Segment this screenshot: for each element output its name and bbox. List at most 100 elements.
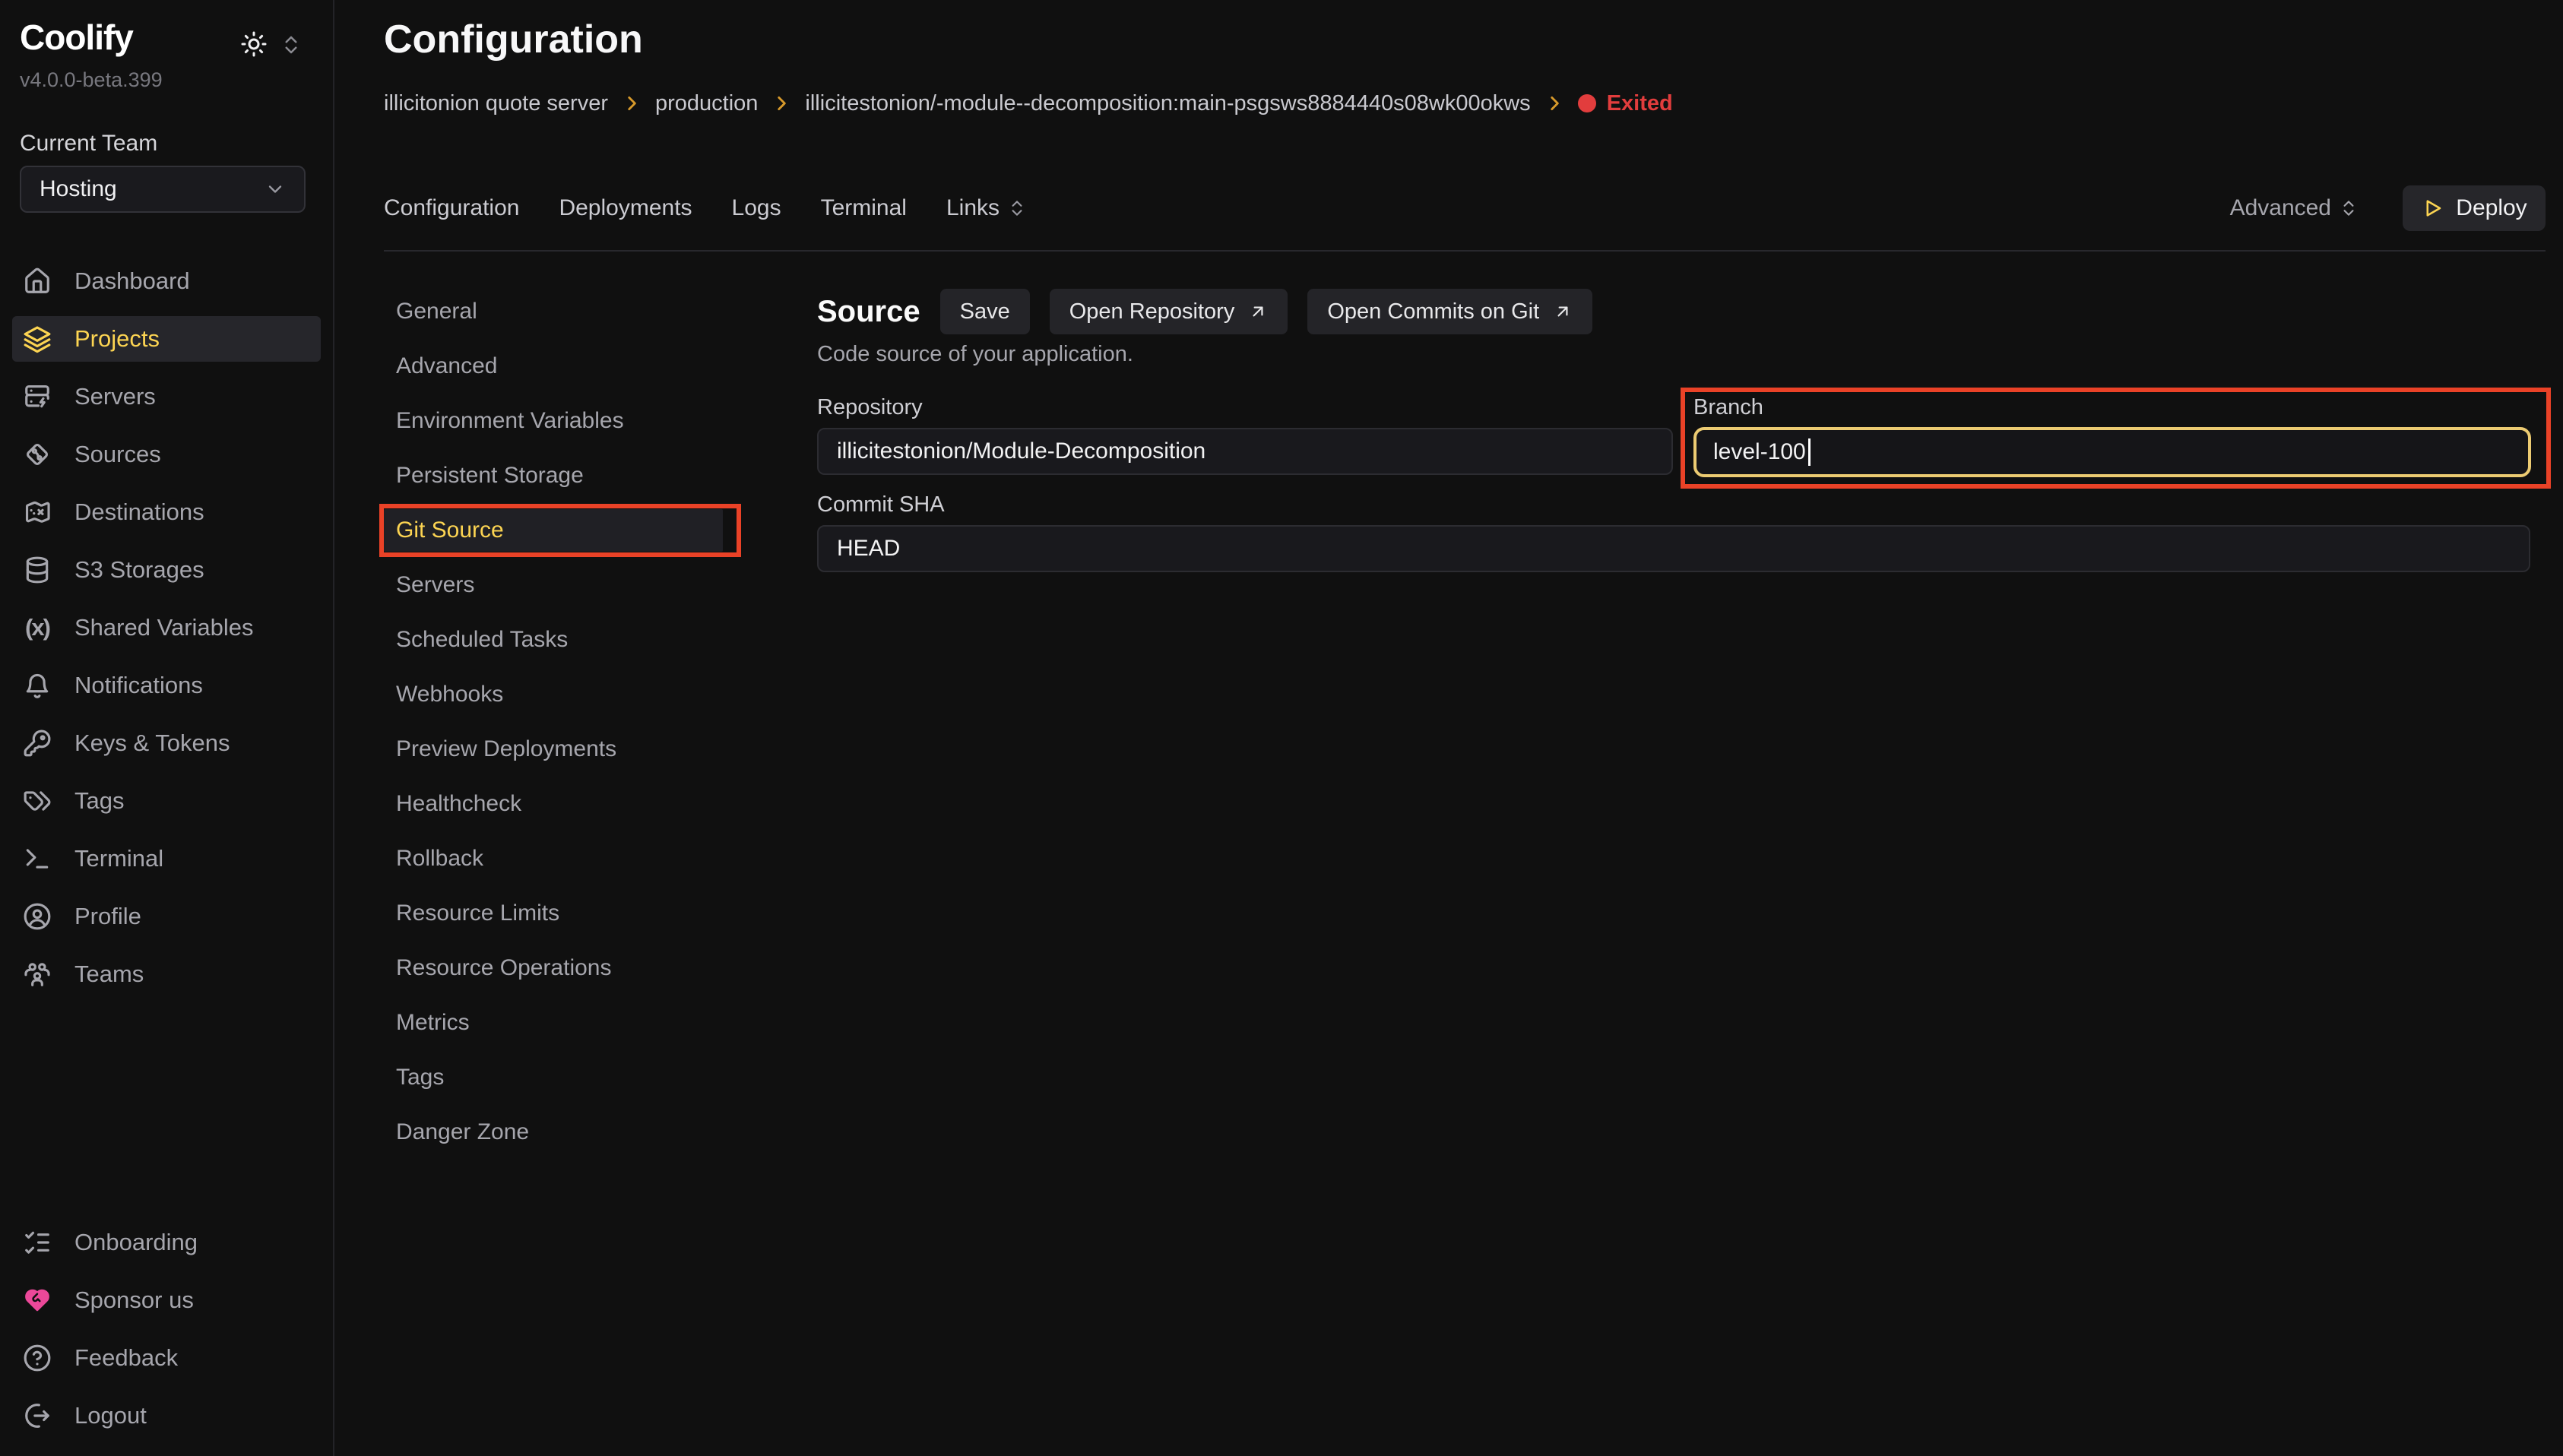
open-repository-button[interactable]: Open Repository	[1050, 289, 1288, 334]
sidebar-item-onboarding[interactable]: Onboarding	[0, 1214, 334, 1271]
terminal-icon	[23, 844, 52, 873]
sidebar-item-label: Keys & Tokens	[74, 730, 230, 757]
tabs: Configuration Deployments Logs Terminal …	[384, 195, 1027, 221]
team-select[interactable]: Hosting	[20, 166, 306, 213]
sidebar-item-label: Teams	[74, 961, 144, 988]
advanced-label: Advanced	[2230, 195, 2331, 221]
breadcrumb-application[interactable]: illicitestonion/-module--decomposition:m…	[805, 91, 1530, 116]
source-description: Code source of your application.	[817, 342, 1133, 367]
subnav-item-webhooks[interactable]: Webhooks	[384, 667, 723, 722]
subnav-label: Resource Operations	[396, 955, 611, 981]
sidebar-item-keys-tokens[interactable]: Keys & Tokens	[0, 714, 334, 772]
subnav-label: Healthcheck	[396, 791, 521, 817]
sidebar-item-terminal[interactable]: Terminal	[0, 830, 334, 888]
subnav-item-resource-limits[interactable]: Resource Limits	[384, 886, 723, 941]
breadcrumb-project[interactable]: illicitonion quote server	[384, 91, 608, 116]
sidebar-item-logout[interactable]: Logout	[0, 1387, 334, 1445]
sidebar-item-notifications[interactable]: Notifications	[0, 657, 334, 714]
subnav-item-advanced[interactable]: Advanced	[384, 339, 723, 394]
tab-configuration[interactable]: Configuration	[384, 195, 519, 221]
sidebar-item-sponsor[interactable]: Sponsor us	[0, 1271, 334, 1329]
subnav-label: Rollback	[396, 846, 483, 872]
sidebar-item-tags[interactable]: Tags	[0, 772, 334, 830]
sidebar-item-label: Dashboard	[74, 267, 190, 295]
database-icon	[23, 555, 52, 584]
subnav-item-scheduled-tasks[interactable]: Scheduled Tasks	[384, 612, 723, 667]
subnav-label: Webhooks	[396, 682, 503, 707]
tab-links[interactable]: Links	[946, 195, 1027, 221]
team-select-value: Hosting	[40, 176, 117, 202]
sidebar-item-dashboard[interactable]: Dashboard	[0, 252, 334, 310]
deploy-button[interactable]: Deploy	[2403, 185, 2546, 231]
commit-sha-input[interactable]	[817, 525, 2530, 572]
coolify-logo[interactable]: Coolify	[20, 17, 133, 58]
subnav-item-healthcheck[interactable]: Healthcheck	[384, 777, 723, 831]
subnav-label: Servers	[396, 572, 474, 598]
tab-terminal[interactable]: Terminal	[821, 195, 907, 221]
open-repository-label: Open Repository	[1069, 299, 1235, 324]
branch-value: level-100	[1713, 439, 1806, 465]
page-title: Configuration	[384, 17, 643, 62]
sidebar-item-feedback[interactable]: Feedback	[0, 1329, 334, 1387]
sidebar-item-label: Terminal	[74, 845, 163, 872]
subnav-item-rollback[interactable]: Rollback	[384, 831, 723, 886]
sidebar-item-profile[interactable]: Profile	[0, 888, 334, 945]
sidebar-item-destinations[interactable]: Destinations	[0, 483, 334, 541]
status-badge: Exited	[1578, 91, 1673, 116]
app-version: v4.0.0-beta.399	[20, 68, 163, 92]
advanced-toggle[interactable]: Advanced	[2230, 195, 2359, 221]
sidebar-item-label: Feedback	[74, 1344, 178, 1372]
subnav-item-preview-deployments[interactable]: Preview Deployments	[384, 722, 723, 777]
sidebar-item-shared-variables[interactable]: (x) Shared Variables	[0, 599, 334, 657]
subnav-item-persistent-storage[interactable]: Persistent Storage	[384, 448, 723, 503]
branch-field: Branch level-100	[1693, 394, 2531, 477]
branch-input[interactable]: level-100	[1693, 427, 2531, 477]
subnav-item-general[interactable]: General	[384, 284, 723, 339]
save-label: Save	[960, 299, 1010, 324]
tab-deployments[interactable]: Deployments	[559, 195, 692, 221]
key-icon	[23, 729, 52, 758]
sidebar-item-teams[interactable]: Teams	[0, 945, 334, 1003]
open-commits-button[interactable]: Open Commits on Git	[1307, 289, 1592, 334]
theme-toggle-button[interactable]	[240, 30, 268, 58]
tab-label: Logs	[732, 195, 781, 221]
subnav-item-tags[interactable]: Tags	[384, 1050, 723, 1105]
main-content: Configuration illicitonion quote server …	[334, 0, 2563, 1456]
subnav-label: Environment Variables	[396, 408, 624, 434]
repository-input[interactable]	[817, 428, 1673, 475]
source-heading: Source	[817, 295, 920, 329]
sidebar-item-projects[interactable]: Projects	[0, 310, 334, 368]
sidebar-item-servers[interactable]: Servers	[0, 368, 334, 426]
subnav-item-resource-operations[interactable]: Resource Operations	[384, 941, 723, 995]
chevron-right-icon	[771, 93, 791, 113]
sidebar-item-label: Logout	[74, 1402, 147, 1429]
sidebar-footer-nav: Onboarding Sponsor us Feedback Logout	[0, 1214, 334, 1445]
tabs-row: Configuration Deployments Logs Terminal …	[384, 185, 2546, 232]
subnav-label: Git Source	[396, 518, 504, 543]
sidebar-item-sources[interactable]: Sources	[0, 426, 334, 483]
subnav-label: Tags	[396, 1065, 444, 1090]
tab-label: Configuration	[384, 195, 519, 221]
sidebar-item-label: Servers	[74, 383, 156, 410]
subnav-item-servers[interactable]: Servers	[384, 558, 723, 612]
subnav-item-git-source[interactable]: Git Source	[384, 509, 723, 552]
subnav-item-environment-variables[interactable]: Environment Variables	[384, 394, 723, 448]
breadcrumb-environment[interactable]: production	[655, 91, 758, 116]
chevrons-up-down-icon	[280, 33, 303, 56]
sidebar-item-s3-storages[interactable]: S3 Storages	[0, 541, 334, 599]
tab-logs[interactable]: Logs	[732, 195, 781, 221]
sidebar-item-label: Profile	[74, 903, 141, 930]
subnav-item-metrics[interactable]: Metrics	[384, 995, 723, 1050]
current-team-label: Current Team	[20, 131, 157, 157]
subnav-label: Scheduled Tasks	[396, 627, 568, 653]
tab-label: Deployments	[559, 195, 692, 221]
sidebar-item-label: Sponsor us	[74, 1287, 194, 1314]
sun-icon	[240, 30, 268, 58]
sidebar-size-toggle[interactable]	[280, 33, 303, 56]
sidebar-nav: Dashboard Projects Servers Sources Desti…	[0, 252, 334, 1003]
subnav-item-danger-zone[interactable]: Danger Zone	[384, 1105, 723, 1160]
save-button[interactable]: Save	[940, 289, 1030, 334]
sidebar: Coolify v4.0.0-beta.399 Current Team Hos…	[0, 0, 334, 1456]
sidebar-item-label: Projects	[74, 325, 160, 353]
user-icon	[23, 902, 52, 931]
